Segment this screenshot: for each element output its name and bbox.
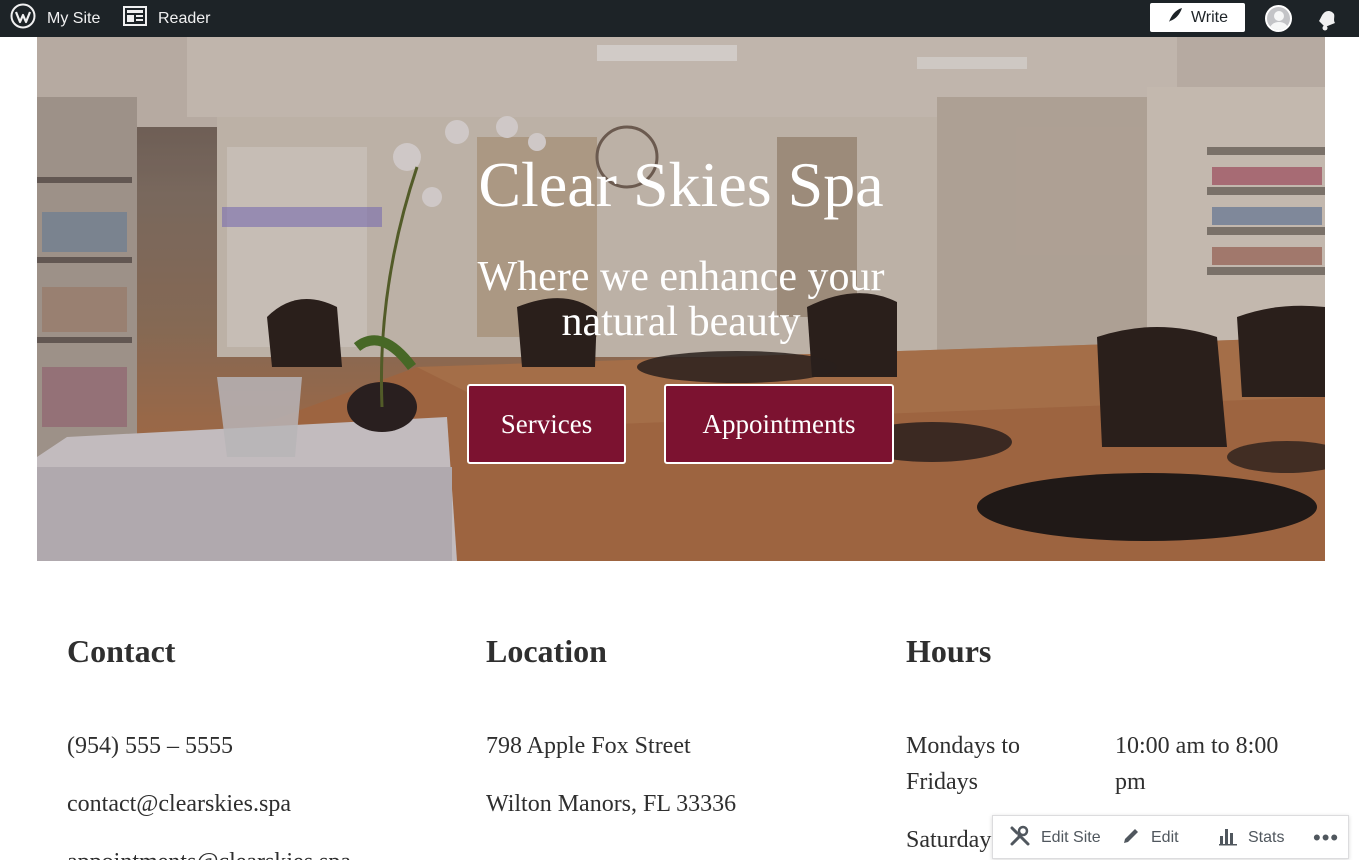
stats-label: Stats — [1248, 829, 1285, 846]
contact-email[interactable]: contact@clearskies.spa — [67, 786, 291, 822]
services-button[interactable]: Services — [467, 384, 626, 464]
edit-label: Edit — [1151, 829, 1179, 846]
edit-site-button[interactable]: Edit Site — [1009, 816, 1101, 860]
hours-days-saturday: Saturdays — [906, 827, 1001, 853]
more-options-icon[interactable]: ••• — [1313, 816, 1339, 860]
hours-section: Hours Mondays to Fridays 10:00 am to 8:0… — [906, 630, 1336, 853]
location-street: 798 Apple Fox Street — [486, 733, 691, 759]
write-label: Write — [1190, 8, 1229, 26]
avatar[interactable] — [1265, 5, 1292, 32]
hero-banner: Clear Skies Spa Where we enhance your na… — [37, 37, 1325, 561]
contact-phone[interactable]: (954) 555 – 5555 — [67, 728, 233, 764]
reader-icon — [123, 6, 147, 31]
wordpress-logo-icon — [10, 3, 36, 34]
location-city: Wilton Manors, FL 33336 — [486, 791, 737, 817]
floating-action-bar: Edit Site Edit Stats ••• — [992, 815, 1349, 859]
location-section: Location 798 Apple Fox Street Wilton Man… — [486, 630, 866, 817]
hours-heading: Hours — [906, 633, 992, 669]
reader-label: Reader — [158, 9, 211, 27]
hours-days: Mondays to Fridays — [906, 733, 1020, 795]
stats-button[interactable]: Stats — [1218, 816, 1284, 860]
edit-site-label: Edit Site — [1041, 829, 1101, 846]
pencil-icon — [1121, 826, 1141, 851]
site-tagline: Where we enhance your natural beauty — [477, 254, 885, 345]
reader-link[interactable]: Reader — [123, 0, 210, 37]
bar-chart-icon — [1218, 826, 1238, 851]
notifications-bell-icon[interactable] — [1313, 4, 1341, 32]
tools-icon — [1009, 825, 1031, 852]
location-heading: Location — [486, 633, 607, 669]
appointments-button[interactable]: Appointments — [664, 384, 894, 464]
my-site-label: My Site — [47, 9, 101, 27]
contact-section: Contact (954) 555 – 5555 contact@clearsk… — [67, 630, 447, 860]
feather-icon — [1167, 7, 1183, 28]
contact-heading: Contact — [67, 633, 176, 669]
write-button[interactable]: Write — [1150, 3, 1245, 32]
admin-bar: My Site Reader Write — [0, 0, 1359, 37]
appointments-email[interactable]: appointments@clearskies.spa — [67, 844, 351, 860]
edit-button[interactable]: Edit — [1121, 816, 1179, 860]
my-site-link[interactable]: My Site — [10, 0, 100, 37]
hours-time: 10:00 am to 8:00 pm — [1115, 733, 1279, 795]
site-title: Clear Skies Spa — [478, 149, 884, 220]
